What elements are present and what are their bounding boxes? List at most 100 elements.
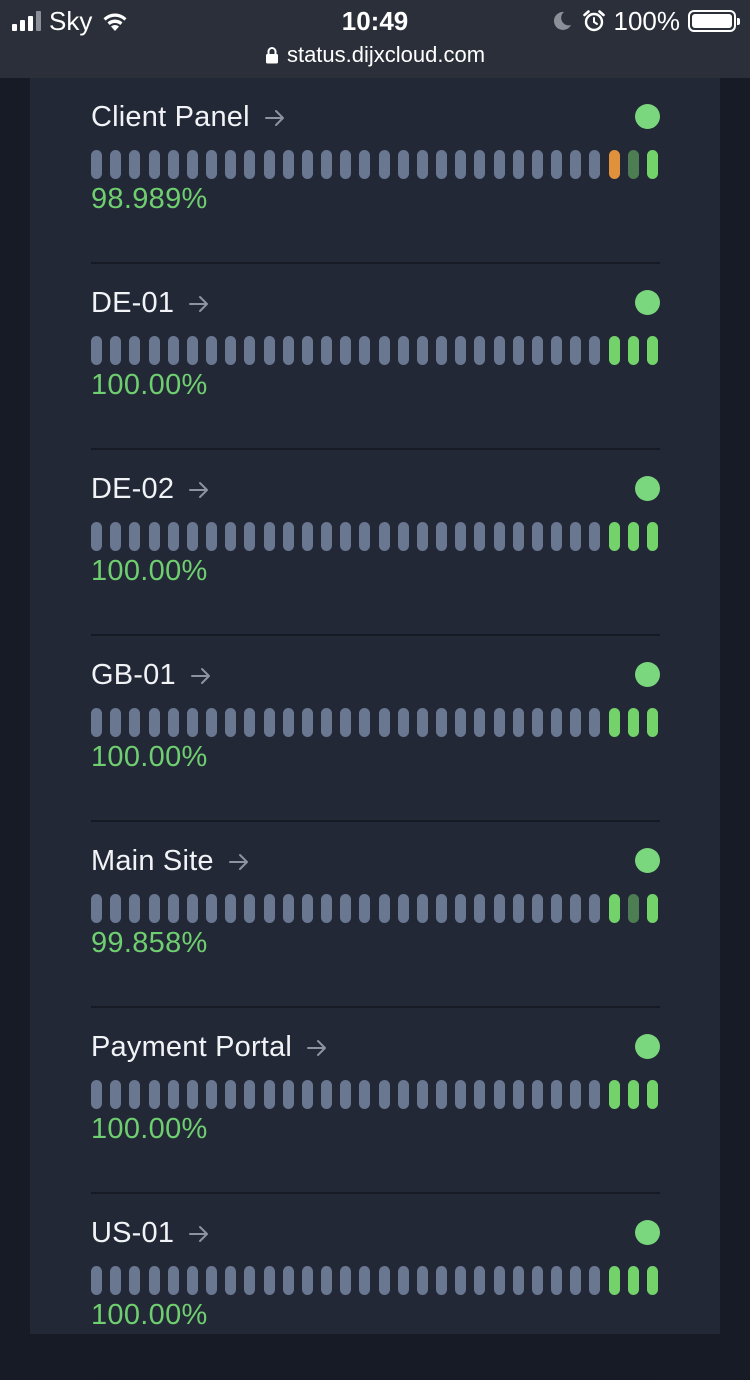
uptime-bar-no-data[interactable] xyxy=(340,1266,352,1295)
uptime-bar-no-data[interactable] xyxy=(244,708,256,737)
uptime-bar-operational[interactable] xyxy=(646,522,658,551)
uptime-bar-no-data[interactable] xyxy=(512,894,524,923)
uptime-bar-no-data[interactable] xyxy=(129,1266,141,1295)
uptime-bar-operational[interactable] xyxy=(608,894,620,923)
uptime-bar-no-data[interactable] xyxy=(397,1266,409,1295)
uptime-bar-no-data[interactable] xyxy=(186,522,198,551)
uptime-bar-no-data[interactable] xyxy=(206,150,217,179)
uptime-bar-no-data[interactable] xyxy=(91,522,102,551)
uptime-bar-no-data[interactable] xyxy=(570,1080,582,1109)
uptime-bar-no-data[interactable] xyxy=(129,150,141,179)
uptime-bar-no-data[interactable] xyxy=(301,336,313,365)
monitor-name[interactable]: Client Panel xyxy=(91,101,250,134)
uptime-bar-no-data[interactable] xyxy=(244,894,256,923)
uptime-bar-no-data[interactable] xyxy=(436,708,448,737)
uptime-bar-no-data[interactable] xyxy=(378,522,390,551)
uptime-bar-no-data[interactable] xyxy=(91,150,102,179)
uptime-bar-no-data[interactable] xyxy=(589,522,601,551)
uptime-bar-no-data[interactable] xyxy=(474,336,486,365)
uptime-bar-no-data[interactable] xyxy=(282,708,294,737)
uptime-bar-no-data[interactable] xyxy=(397,708,409,737)
monitor-name[interactable]: GB-01 xyxy=(91,659,176,692)
monitor-header[interactable]: Payment Portal xyxy=(91,1030,328,1064)
uptime-bar-no-data[interactable] xyxy=(301,894,313,923)
uptime-bar-no-data[interactable] xyxy=(244,150,256,179)
uptime-bar-no-data[interactable] xyxy=(282,150,294,179)
uptime-bar-no-data[interactable] xyxy=(321,522,332,551)
monitor-name[interactable]: DE-02 xyxy=(91,473,174,506)
uptime-bar-no-data[interactable] xyxy=(206,336,217,365)
uptime-bar-no-data[interactable] xyxy=(589,708,601,737)
uptime-bar-no-data[interactable] xyxy=(167,708,179,737)
uptime-bar-no-data[interactable] xyxy=(455,522,467,551)
uptime-bar-no-data[interactable] xyxy=(263,1080,275,1109)
monitor-header[interactable]: Main Site xyxy=(91,844,250,878)
uptime-bar-no-data[interactable] xyxy=(397,336,409,365)
uptime-bar-no-data[interactable] xyxy=(129,708,141,737)
uptime-bar-no-data[interactable] xyxy=(110,336,122,365)
uptime-bar-no-data[interactable] xyxy=(416,894,428,923)
monitor-name[interactable]: DE-01 xyxy=(91,287,174,320)
uptime-bar-operational[interactable] xyxy=(608,336,620,365)
uptime-bar-no-data[interactable] xyxy=(301,1080,313,1109)
monitor-name[interactable]: Main Site xyxy=(91,845,214,878)
uptime-bar-no-data[interactable] xyxy=(263,336,275,365)
uptime-bar-no-data[interactable] xyxy=(378,894,390,923)
arrow-right-icon[interactable] xyxy=(228,852,250,872)
uptime-bar-operational[interactable] xyxy=(627,708,639,737)
uptime-bar-no-data[interactable] xyxy=(206,708,217,737)
uptime-bar-no-data[interactable] xyxy=(148,336,160,365)
uptime-bar-no-data[interactable] xyxy=(436,522,448,551)
uptime-bar-no-data[interactable] xyxy=(244,336,256,365)
uptime-bar-no-data[interactable] xyxy=(244,522,256,551)
uptime-bar-no-data[interactable] xyxy=(225,1266,237,1295)
uptime-bar-no-data[interactable] xyxy=(321,1080,332,1109)
uptime-bar-no-data[interactable] xyxy=(110,150,122,179)
uptime-bar-no-data[interactable] xyxy=(570,1266,582,1295)
uptime-bar-no-data[interactable] xyxy=(512,336,524,365)
uptime-bar-operational[interactable] xyxy=(608,522,620,551)
uptime-bar-no-data[interactable] xyxy=(359,1266,371,1295)
uptime-bar-no-data[interactable] xyxy=(474,150,486,179)
uptime-bar-no-data[interactable] xyxy=(167,894,179,923)
uptime-bar-no-data[interactable] xyxy=(186,894,198,923)
uptime-bar-no-data[interactable] xyxy=(91,1266,102,1295)
uptime-bar-no-data[interactable] xyxy=(282,522,294,551)
uptime-bar-no-data[interactable] xyxy=(186,150,198,179)
monitor-name[interactable]: Payment Portal xyxy=(91,1031,292,1064)
uptime-bar-operational[interactable] xyxy=(646,1080,658,1109)
uptime-bar-no-data[interactable] xyxy=(570,150,582,179)
uptime-bar-no-data[interactable] xyxy=(340,522,352,551)
uptime-bar-no-data[interactable] xyxy=(551,150,563,179)
uptime-bar-no-data[interactable] xyxy=(416,708,428,737)
uptime-bar-no-data[interactable] xyxy=(570,522,582,551)
arrow-right-icon[interactable] xyxy=(188,294,210,314)
arrow-right-icon[interactable] xyxy=(264,108,286,128)
uptime-bar-operational[interactable] xyxy=(646,894,658,923)
uptime-bar-no-data[interactable] xyxy=(436,1266,448,1295)
uptime-bar-no-data[interactable] xyxy=(301,1266,313,1295)
uptime-bar-no-data[interactable] xyxy=(91,708,102,737)
uptime-bar-no-data[interactable] xyxy=(263,522,275,551)
uptime-bar-no-data[interactable] xyxy=(436,336,448,365)
uptime-bar-operational[interactable] xyxy=(608,1080,620,1109)
uptime-bar-no-data[interactable] xyxy=(110,522,122,551)
uptime-bar-no-data[interactable] xyxy=(493,1266,505,1295)
arrow-right-icon[interactable] xyxy=(190,666,212,686)
uptime-bar-no-data[interactable] xyxy=(110,1266,122,1295)
uptime-bar-no-data[interactable] xyxy=(91,894,102,923)
uptime-bar-no-data[interactable] xyxy=(493,150,505,179)
monitor-header[interactable]: GB-01 xyxy=(91,658,212,692)
uptime-bar-no-data[interactable] xyxy=(186,1266,198,1295)
address-bar[interactable]: status.dijxcloud.com xyxy=(0,40,750,70)
uptime-bar-no-data[interactable] xyxy=(225,708,237,737)
uptime-bar-no-data[interactable] xyxy=(397,1080,409,1109)
uptime-bar-no-data[interactable] xyxy=(282,1080,294,1109)
uptime-bar-no-data[interactable] xyxy=(321,150,332,179)
uptime-bar-operational[interactable] xyxy=(627,1266,639,1295)
uptime-bar-no-data[interactable] xyxy=(129,522,141,551)
uptime-bar-no-data[interactable] xyxy=(148,894,160,923)
uptime-bar-operational[interactable] xyxy=(646,336,658,365)
uptime-bar-no-data[interactable] xyxy=(359,1080,371,1109)
uptime-bar-no-data[interactable] xyxy=(436,894,448,923)
